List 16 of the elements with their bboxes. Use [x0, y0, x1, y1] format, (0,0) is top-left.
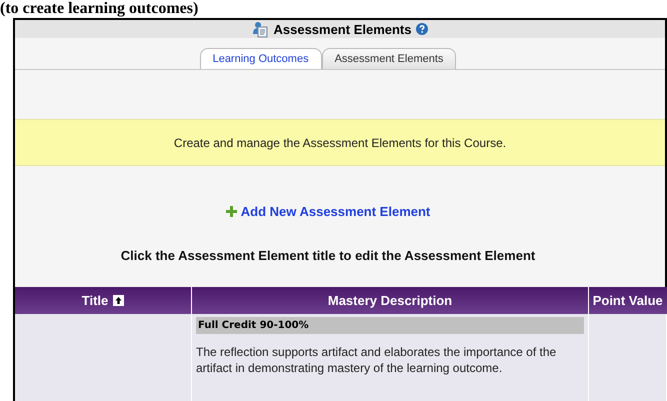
plus-icon: [226, 206, 237, 217]
column-header[interactable]: Point Value: [588, 287, 666, 314]
add-link[interactable]: Add New Assessment Element: [226, 204, 430, 219]
level-label: Full Credit 90-100%: [196, 317, 584, 334]
column-header[interactable]: Title: [15, 287, 192, 314]
column-header[interactable]: Mastery Description: [192, 287, 588, 314]
description-text: The reflection supports artifact and elaborates the importance of the artifact in demonstrating mastery of the learning outcome.: [196, 344, 558, 376]
people-document-icon: [252, 20, 270, 38]
tab[interactable]: Learning Outcomes: [200, 48, 322, 69]
caption-heading: (to create learning outcomes): [0, 0, 198, 18]
instruction-text: Click the Assessment Element title to edit the Assessment Element: [120, 248, 536, 263]
help-icon[interactable]: [416, 23, 428, 35]
window-title: Assessment Elements: [273, 22, 412, 36]
notice-banner: Create and manage the Assessment Elements for this Course.: [15, 119, 665, 166]
sort-up-icon[interactable]: [113, 295, 124, 306]
tab[interactable]: Assessment Elements: [322, 48, 456, 69]
